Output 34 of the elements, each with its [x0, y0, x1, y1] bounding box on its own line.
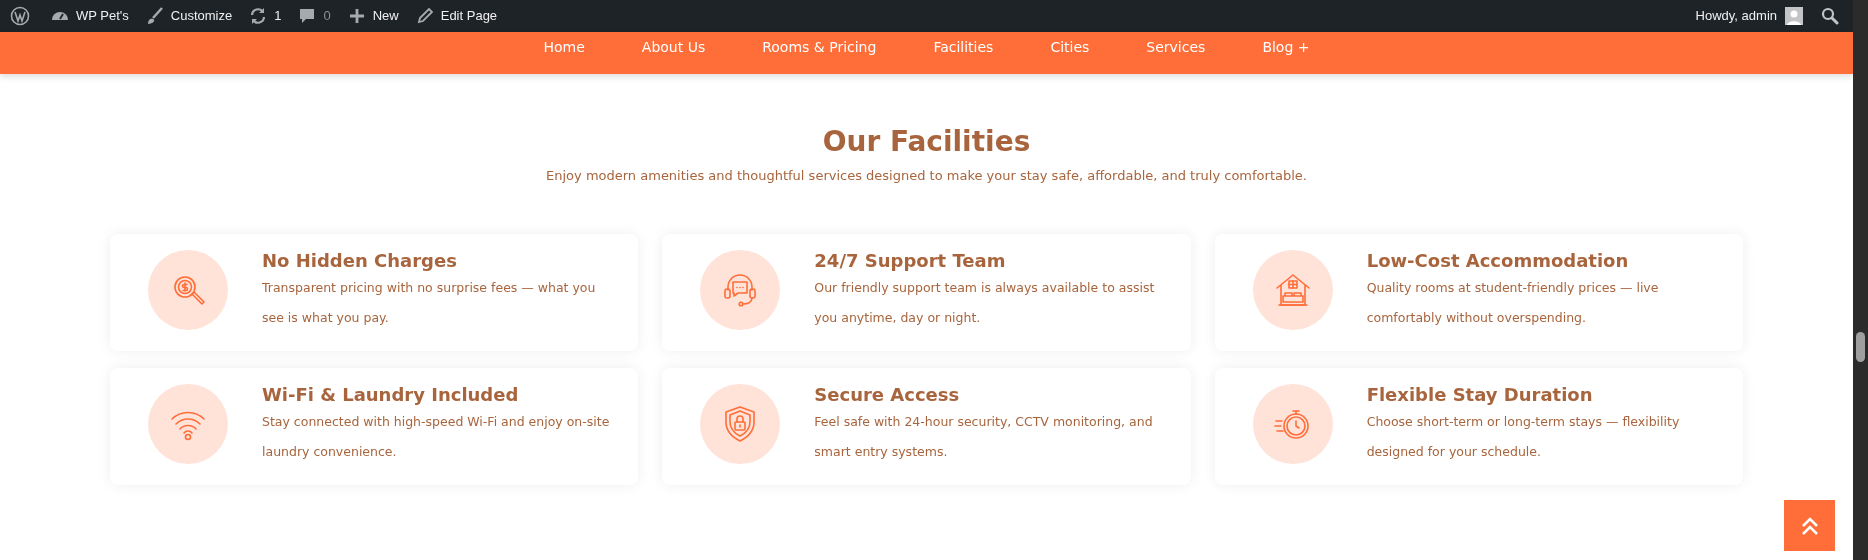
- nav-link[interactable]: Home: [543, 36, 585, 58]
- card-text: Stay connected with high-speed Wi-Fi and enjoy on-site laundry convenience.: [262, 412, 611, 461]
- card-text: Choose short-term or long-term stays — flexibility designed for your schedule.: [1366, 412, 1681, 461]
- card-text: Transparent pricing with no surprise fees — what you see is what you pay.: [262, 278, 597, 327]
- card-title: Wi-Fi & Laundry Included: [262, 382, 520, 407]
- nav-link[interactable]: About Us: [641, 36, 706, 58]
- nav-link[interactable]: Blog +: [1262, 36, 1310, 58]
- card-text: Our friendly support team is always available to assist you anytime, day or night.: [814, 278, 1156, 327]
- admin-bar-link[interactable]: 1: [248, 6, 282, 26]
- admin-bar-link[interactable]: New: [346, 6, 399, 26]
- search-icon[interactable]: [1821, 7, 1839, 25]
- admin-bar-link[interactable]: Customize: [144, 6, 233, 26]
- nav-link[interactable]: Rooms & Pricing: [762, 36, 877, 58]
- card-title: Flexible Stay Duration: [1366, 382, 1594, 407]
- card-text: Feel safe with 24-hour security, CCTV monitoring, and smart entry systems.: [814, 412, 1154, 461]
- scroll-to-top-button[interactable]: [1784, 500, 1835, 551]
- card-title: Secure Access: [814, 382, 961, 407]
- admin-bar-link[interactable]: 0: [297, 6, 331, 26]
- nav-link[interactable]: Facilities: [933, 36, 994, 58]
- card-text: Quality rooms at student-friendly prices — live comfortably without overspending.: [1366, 278, 1660, 327]
- admin-bar-link[interactable]: WP Pet's: [50, 6, 129, 26]
- nav-link[interactable]: Services: [1146, 36, 1206, 58]
- scrollbar-thumb[interactable]: [1856, 332, 1865, 362]
- wordpress-logo-icon: [10, 6, 30, 26]
- card-title: Low-Cost Accommodation: [1366, 248, 1630, 273]
- card-title: 24/7 Support Team: [814, 248, 1007, 273]
- account-link[interactable]: Howdy, admin: [1695, 6, 1803, 26]
- section-title: Our Facilities: [822, 124, 1031, 160]
- nav-link[interactable]: Cities: [1050, 36, 1090, 58]
- scrollbar[interactable]: [1853, 0, 1868, 560]
- admin-bar-link[interactable]: Edit Page: [414, 6, 498, 26]
- card-title: No Hidden Charges: [262, 248, 458, 273]
- section-subtitle: Enjoy modern amenities and thoughtful services designed to make your stay safe, affordable, and truly comfortable.: [546, 167, 1307, 185]
- avatar-icon: [1785, 7, 1803, 25]
